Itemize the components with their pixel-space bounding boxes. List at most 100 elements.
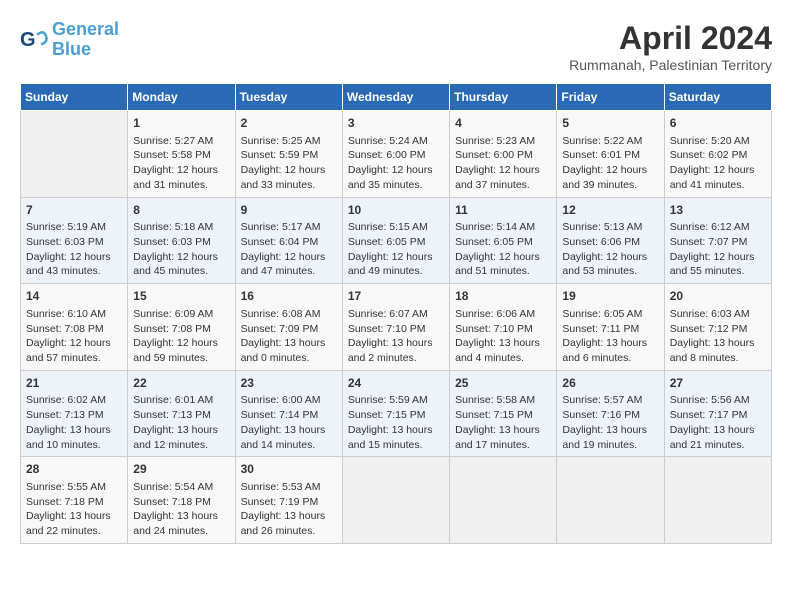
day-number: 22	[133, 375, 229, 392]
cell-text: Sunset: 6:03 PM	[26, 235, 122, 250]
cell-text: Sunset: 7:19 PM	[241, 495, 337, 510]
day-number: 15	[133, 288, 229, 305]
cell-text: Sunrise: 6:07 AM	[348, 307, 444, 322]
cell-text: Sunrise: 5:25 AM	[241, 134, 337, 149]
cell-text: Daylight: 13 hours	[348, 336, 444, 351]
cell-text: Daylight: 12 hours	[348, 163, 444, 178]
calendar-cell	[450, 457, 557, 544]
calendar-week-row: 1Sunrise: 5:27 AMSunset: 5:58 PMDaylight…	[21, 111, 772, 198]
cell-text: Sunset: 6:04 PM	[241, 235, 337, 250]
calendar-cell: 2Sunrise: 5:25 AMSunset: 5:59 PMDaylight…	[235, 111, 342, 198]
cell-text: Daylight: 12 hours	[133, 336, 229, 351]
cell-text: and 57 minutes.	[26, 351, 122, 366]
cell-text: Daylight: 12 hours	[348, 250, 444, 265]
cell-text: Sunrise: 5:54 AM	[133, 480, 229, 495]
day-number: 10	[348, 202, 444, 219]
cell-text: Daylight: 13 hours	[133, 423, 229, 438]
day-number: 13	[670, 202, 766, 219]
cell-text: Sunset: 7:10 PM	[348, 322, 444, 337]
calendar-cell: 9Sunrise: 5:17 AMSunset: 6:04 PMDaylight…	[235, 197, 342, 284]
cell-text: Sunset: 6:06 PM	[562, 235, 658, 250]
cell-text: Daylight: 13 hours	[26, 509, 122, 524]
calendar-cell: 22Sunrise: 6:01 AMSunset: 7:13 PMDayligh…	[128, 370, 235, 457]
cell-text: Daylight: 12 hours	[241, 163, 337, 178]
day-number: 17	[348, 288, 444, 305]
cell-text: Daylight: 13 hours	[670, 336, 766, 351]
calendar-cell: 10Sunrise: 5:15 AMSunset: 6:05 PMDayligh…	[342, 197, 449, 284]
calendar-cell: 30Sunrise: 5:53 AMSunset: 7:19 PMDayligh…	[235, 457, 342, 544]
cell-text: and 4 minutes.	[455, 351, 551, 366]
cell-text: Daylight: 12 hours	[26, 250, 122, 265]
cell-text: and 35 minutes.	[348, 178, 444, 193]
cell-text: and 15 minutes.	[348, 438, 444, 453]
title-section: April 2024 Rummanah, Palestinian Territo…	[569, 20, 772, 73]
day-number: 16	[241, 288, 337, 305]
calendar-week-row: 21Sunrise: 6:02 AMSunset: 7:13 PMDayligh…	[21, 370, 772, 457]
day-header-tuesday: Tuesday	[235, 84, 342, 111]
cell-text: and 37 minutes.	[455, 178, 551, 193]
day-number: 19	[562, 288, 658, 305]
month-title: April 2024	[569, 20, 772, 57]
cell-text: Sunrise: 6:09 AM	[133, 307, 229, 322]
cell-text: Daylight: 13 hours	[241, 336, 337, 351]
cell-text: Sunrise: 5:19 AM	[26, 220, 122, 235]
cell-text: Sunrise: 6:08 AM	[241, 307, 337, 322]
cell-text: Daylight: 12 hours	[133, 163, 229, 178]
calendar-cell: 7Sunrise: 5:19 AMSunset: 6:03 PMDaylight…	[21, 197, 128, 284]
calendar-week-row: 28Sunrise: 5:55 AMSunset: 7:18 PMDayligh…	[21, 457, 772, 544]
day-number: 20	[670, 288, 766, 305]
cell-text: and 49 minutes.	[348, 264, 444, 279]
cell-text: Sunrise: 5:24 AM	[348, 134, 444, 149]
logo-line1: General	[52, 19, 119, 39]
cell-text: and 51 minutes.	[455, 264, 551, 279]
cell-text: Daylight: 12 hours	[26, 336, 122, 351]
cell-text: Sunset: 7:08 PM	[26, 322, 122, 337]
calendar-table: SundayMondayTuesdayWednesdayThursdayFrid…	[20, 83, 772, 544]
cell-text: and 17 minutes.	[455, 438, 551, 453]
calendar-cell: 15Sunrise: 6:09 AMSunset: 7:08 PMDayligh…	[128, 284, 235, 371]
cell-text: Sunset: 6:02 PM	[670, 148, 766, 163]
cell-text: Daylight: 13 hours	[562, 423, 658, 438]
day-number: 6	[670, 115, 766, 132]
cell-text: Sunset: 7:13 PM	[133, 408, 229, 423]
cell-text: and 59 minutes.	[133, 351, 229, 366]
calendar-cell: 21Sunrise: 6:02 AMSunset: 7:13 PMDayligh…	[21, 370, 128, 457]
cell-text: Sunrise: 5:22 AM	[562, 134, 658, 149]
day-number: 18	[455, 288, 551, 305]
day-number: 7	[26, 202, 122, 219]
cell-text: Sunset: 7:15 PM	[455, 408, 551, 423]
day-number: 3	[348, 115, 444, 132]
cell-text: and 33 minutes.	[241, 178, 337, 193]
cell-text: Sunset: 6:03 PM	[133, 235, 229, 250]
cell-text: Sunset: 7:10 PM	[455, 322, 551, 337]
cell-text: Sunrise: 5:56 AM	[670, 393, 766, 408]
day-number: 14	[26, 288, 122, 305]
cell-text: Sunset: 7:12 PM	[670, 322, 766, 337]
cell-text: and 47 minutes.	[241, 264, 337, 279]
cell-text: and 8 minutes.	[670, 351, 766, 366]
cell-text: and 21 minutes.	[670, 438, 766, 453]
day-header-saturday: Saturday	[664, 84, 771, 111]
cell-text: Sunset: 7:18 PM	[133, 495, 229, 510]
calendar-cell: 25Sunrise: 5:58 AMSunset: 7:15 PMDayligh…	[450, 370, 557, 457]
day-number: 25	[455, 375, 551, 392]
calendar-cell: 1Sunrise: 5:27 AMSunset: 5:58 PMDaylight…	[128, 111, 235, 198]
day-number: 11	[455, 202, 551, 219]
day-number: 30	[241, 461, 337, 478]
cell-text: and 10 minutes.	[26, 438, 122, 453]
cell-text: Sunset: 7:13 PM	[26, 408, 122, 423]
calendar-cell: 27Sunrise: 5:56 AMSunset: 7:17 PMDayligh…	[664, 370, 771, 457]
cell-text: and 19 minutes.	[562, 438, 658, 453]
day-number: 9	[241, 202, 337, 219]
day-header-thursday: Thursday	[450, 84, 557, 111]
calendar-cell: 18Sunrise: 6:06 AMSunset: 7:10 PMDayligh…	[450, 284, 557, 371]
cell-text: Sunset: 7:17 PM	[670, 408, 766, 423]
calendar-cell: 26Sunrise: 5:57 AMSunset: 7:16 PMDayligh…	[557, 370, 664, 457]
calendar-cell: 24Sunrise: 5:59 AMSunset: 7:15 PMDayligh…	[342, 370, 449, 457]
cell-text: Sunset: 7:09 PM	[241, 322, 337, 337]
cell-text: Sunset: 5:59 PM	[241, 148, 337, 163]
cell-text: Sunset: 6:01 PM	[562, 148, 658, 163]
calendar-cell: 23Sunrise: 6:00 AMSunset: 7:14 PMDayligh…	[235, 370, 342, 457]
calendar-cell: 14Sunrise: 6:10 AMSunset: 7:08 PMDayligh…	[21, 284, 128, 371]
day-number: 26	[562, 375, 658, 392]
